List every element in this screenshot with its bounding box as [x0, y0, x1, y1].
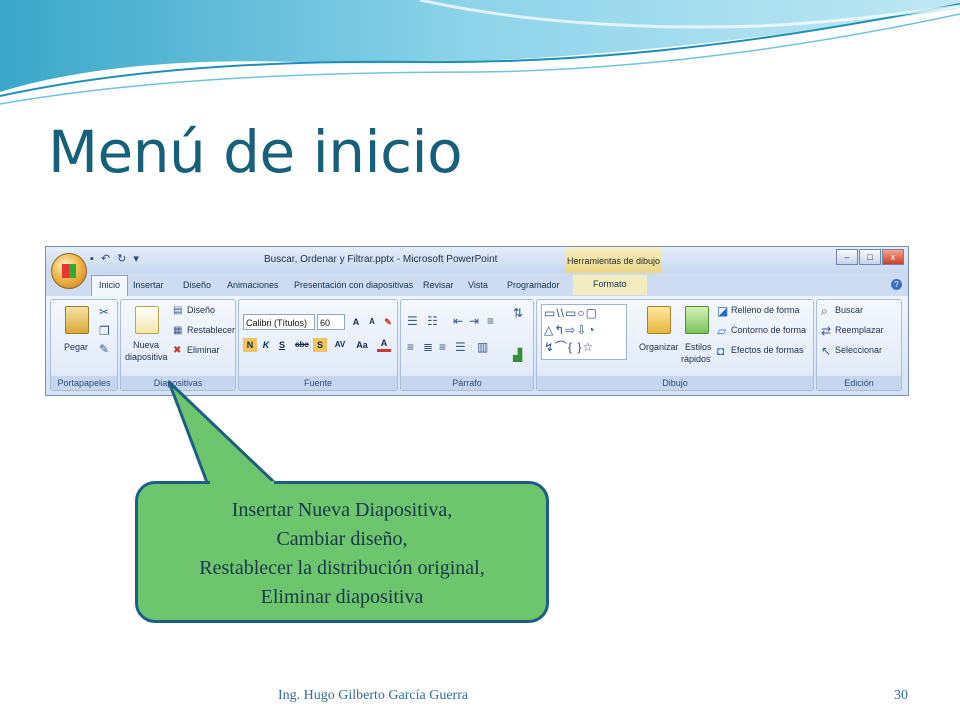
- callout-seam: [210, 481, 274, 485]
- callout-line-3: Restablecer la distribución original,: [199, 557, 485, 579]
- office-logo-icon: [62, 264, 76, 278]
- callout-text: Insertar Nueva Diapositiva, Cambiar dise…: [138, 496, 546, 612]
- page-number: 30: [894, 688, 908, 703]
- office-button[interactable]: [51, 253, 87, 289]
- slide: Menú de inicio ▪ ↶ ↻ ▾ Buscar, Ordenar y Fi…: [0, 0, 960, 720]
- callout-box: Insertar Nueva Diapositiva, Cambiar dise…: [135, 481, 549, 623]
- callout-line-1: Insertar Nueva Diapositiva,: [231, 499, 453, 521]
- callout-line-4: Eliminar diapositiva: [260, 586, 424, 608]
- footer-author: Ing. Hugo Gilberto García Guerra: [278, 688, 469, 703]
- callout-line-2: Cambiar diseño,: [276, 528, 408, 550]
